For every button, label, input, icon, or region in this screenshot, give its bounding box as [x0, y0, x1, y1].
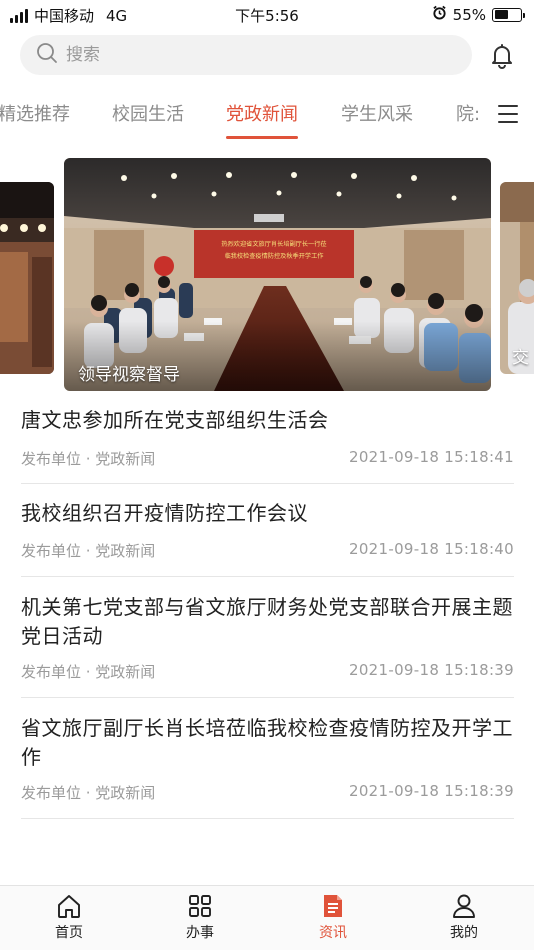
news-title: 机关第七党支部与省文旅厅财务处党支部联合开展主题党日活动: [21, 595, 513, 648]
nav-services[interactable]: 办事: [165, 892, 235, 942]
nav-home[interactable]: 首页: [34, 892, 104, 942]
news-time: 2021-09-18 15:18:41: [348, 448, 514, 466]
carousel-slide-previous[interactable]: [0, 182, 54, 374]
news-source: 发布单位 · 党政新闻: [21, 784, 156, 802]
search-header: [0, 30, 534, 80]
alarm-icon: [432, 5, 447, 24]
nav-services-label: 办事: [186, 925, 214, 941]
status-right: 55%: [432, 5, 525, 24]
battery-icon: [492, 7, 525, 22]
news-meta: 发布单位 · 党政新闻 2021-09-18 15:18:41: [21, 448, 514, 469]
news-icon: [298, 892, 368, 920]
battery-fill: [494, 10, 509, 19]
news-time: 2021-09-18 15:18:39: [348, 782, 514, 800]
news-source: 发布单位 · 党政新闻: [21, 450, 156, 468]
battery-percent: 55%: [452, 5, 486, 24]
tab-featured[interactable]: 精选推荐: [0, 100, 70, 126]
carousel-caption-next: 交: [512, 348, 529, 368]
category-tabs: 精选推荐 校园生活 党政新闻 学生风采 院:: [0, 88, 534, 142]
tab-party-news[interactable]: 党政新闻: [226, 100, 298, 126]
bottom-nav: 首页 办事 资讯 我的: [0, 885, 534, 950]
news-item[interactable]: 机关第七党支部与省文旅厅财务处党支部联合开展主题党日活动 发布单位 · 党政新闻…: [21, 577, 514, 698]
home-icon: [34, 892, 104, 920]
news-meta: 发布单位 · 党政新闻 2021-09-18 15:18:39: [21, 661, 514, 682]
news-item[interactable]: 我校组织召开疫情防控工作会议 发布单位 · 党政新闻 2021-09-18 15…: [21, 484, 514, 577]
nav-profile-label: 我的: [450, 925, 478, 941]
tab-college[interactable]: 院:: [456, 100, 480, 126]
tab-campus-life[interactable]: 校园生活: [112, 100, 184, 126]
news-source: 发布单位 · 党政新闻: [21, 663, 156, 681]
search-icon: [36, 42, 58, 68]
news-source: 发布单位 · 党政新闻: [21, 542, 156, 560]
banner-carousel: 热烈欢迎省文旅厅肖长培副厅长一行莅 临我校检查疫情防控及秋季开学工作: [0, 158, 534, 394]
meeting-photo: 热烈欢迎省文旅厅肖长培副厅长一行莅 临我校检查疫情防控及秋季开学工作: [64, 158, 491, 391]
news-meta: 发布单位 · 党政新闻 2021-09-18 15:18:39: [21, 782, 514, 803]
nav-home-label: 首页: [55, 925, 83, 941]
tab-student-style[interactable]: 学生风采: [341, 100, 413, 126]
news-title: 唐文忠参加所在党支部组织生活会: [21, 408, 329, 432]
news-title: 省文旅厅副厅长肖长培莅临我校检查疫情防控及开学工作: [21, 716, 513, 769]
active-tab-indicator: [226, 136, 298, 139]
grid-icon: [165, 892, 235, 920]
nav-news-label: 资讯: [319, 925, 347, 941]
news-time: 2021-09-18 15:18:39: [348, 661, 514, 679]
user-icon: [429, 892, 499, 920]
news-item[interactable]: 唐文忠参加所在党支部组织生活会 发布单位 · 党政新闻 2021-09-18 1…: [21, 394, 514, 484]
news-item[interactable]: 省文旅厅副厅长肖长培莅临我校检查疫情防控及开学工作 发布单位 · 党政新闻 20…: [21, 698, 514, 819]
search-input[interactable]: [66, 45, 446, 65]
nav-profile[interactable]: 我的: [429, 892, 499, 942]
nav-news[interactable]: 资讯: [298, 892, 368, 942]
carousel-caption: 领导视察督导: [78, 365, 180, 385]
news-list: 唐文忠参加所在党支部组织生活会 发布单位 · 党政新闻 2021-09-18 1…: [21, 394, 514, 819]
news-title: 我校组织召开疫情防控工作会议: [21, 501, 308, 525]
status-bar: 中国移动 4G 下午5:56 55%: [0, 0, 534, 28]
bell-icon[interactable]: [488, 42, 516, 70]
carousel-slide-main[interactable]: 热烈欢迎省文旅厅肖长培副厅长一行莅 临我校检查疫情防控及秋季开学工作: [64, 158, 491, 391]
menu-icon[interactable]: [498, 105, 518, 123]
news-meta: 发布单位 · 党政新闻 2021-09-18 15:18:40: [21, 540, 514, 561]
carousel-slide-next[interactable]: 交: [500, 182, 534, 374]
news-time: 2021-09-18 15:18:40: [348, 540, 514, 558]
search-bar[interactable]: [20, 35, 472, 75]
